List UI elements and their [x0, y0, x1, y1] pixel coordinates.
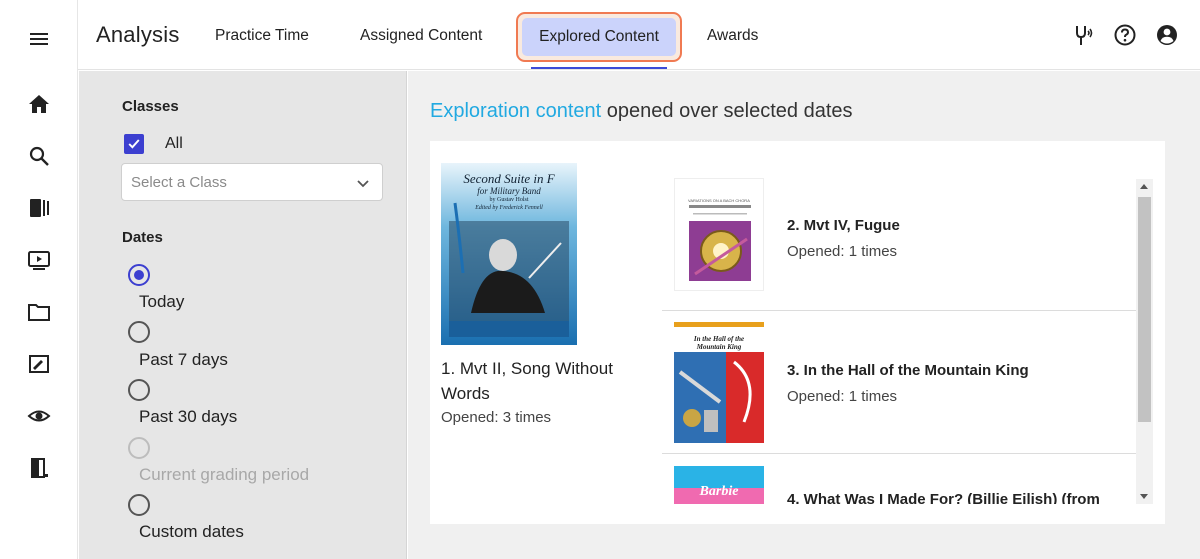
list-item[interactable]: In the Hall of the Mountain King 3. In t… [662, 311, 1136, 454]
tab-assigned-content[interactable]: Assigned Content [360, 27, 482, 45]
heading-accent: Exploration content [430, 100, 602, 122]
class-select-placeholder: Select a Class [131, 174, 227, 191]
tuner-icon[interactable] [1069, 23, 1093, 47]
date-radio-past-30-days[interactable] [128, 379, 150, 401]
featured-cover-composer: by Gustav Holst [489, 197, 529, 203]
search-icon[interactable] [27, 144, 51, 168]
list-item[interactable]: VARIATIONS ON A BACH CHORALE 2. Mvt IV, … [662, 168, 1136, 311]
scroll-down-arrow-icon[interactable] [1140, 494, 1148, 499]
date-label-custom-dates: Custom dates [139, 522, 244, 541]
check-icon [128, 139, 140, 149]
date-radio-today[interactable] [128, 264, 150, 286]
tab-explored-content[interactable]: Explored Content [522, 18, 676, 56]
filters-panel: Classes All Select a Class Dates Today P… [79, 71, 407, 559]
assignments-icon[interactable] [27, 352, 51, 376]
featured-title[interactable]: 1. Mvt II, Song Without Words [441, 356, 621, 406]
classes-label: Classes [122, 98, 179, 115]
eye-icon[interactable] [27, 404, 51, 428]
date-label-past-30-days: Past 30 days [139, 407, 238, 426]
folder-icon[interactable] [27, 300, 51, 324]
library-icon[interactable] [27, 196, 51, 220]
tab-practice-time[interactable]: Practice Time [215, 27, 309, 45]
list-item-cover-text: Barbie [699, 484, 739, 499]
list-scrollbar[interactable] [1136, 179, 1153, 504]
list-item-title[interactable]: 2. Mvt IV, Fugue [787, 217, 900, 234]
featured-cover-title: Second Suite in F [463, 171, 555, 186]
main-content: Exploration content opened over selected… [408, 71, 1200, 559]
heading-rest: opened over selected dates [601, 100, 853, 122]
list-item-cover-text: In the Hall of the Mountain King [693, 335, 745, 351]
tab-awards[interactable]: Awards [707, 27, 758, 45]
menu-icon[interactable] [27, 27, 51, 51]
scroll-up-arrow-icon[interactable] [1140, 184, 1148, 189]
date-label-grading-period: Current grading period [139, 465, 310, 484]
top-bar: Analysis Practice Time Assigned Content … [78, 0, 1200, 70]
list-item-cover-image [674, 178, 764, 291]
list-item-title[interactable]: 3. In the Hall of the Mountain King [787, 362, 1029, 379]
home-icon[interactable] [27, 92, 51, 116]
list-item[interactable]: Barbie 4. What Was I Made For? (Billie E… [662, 454, 1136, 504]
logout-icon[interactable] [27, 456, 51, 480]
featured-cover-editor: Edited by Frederick Fennell [475, 205, 543, 211]
section-heading: Exploration content opened over selected… [430, 100, 853, 123]
explored-content-card: Second Suite in F for Military Band by G… [430, 141, 1165, 524]
list-item-opened-count: Opened: 1 times [787, 243, 898, 260]
date-radio-past-7-days[interactable] [128, 321, 150, 343]
active-tab-indicator [531, 67, 667, 69]
date-radio-custom-dates[interactable] [128, 494, 150, 516]
all-classes-label: All [165, 135, 183, 152]
list-item-cover-text: VARIATIONS ON A BACH CHORALE [688, 198, 750, 203]
featured-opened-count: Opened: 3 times [441, 409, 552, 426]
list-item-title[interactable]: 4. What Was I Made For? (Billie Eilish) … [787, 491, 1100, 504]
video-icon[interactable] [27, 248, 51, 272]
page-title: Analysis [96, 22, 180, 47]
all-classes-checkbox[interactable] [124, 134, 144, 154]
tab-explored-content-highlight[interactable]: Explored Content [516, 12, 682, 62]
date-label-today: Today [139, 292, 185, 311]
account-icon[interactable] [1155, 23, 1179, 47]
scrollbar-thumb[interactable] [1138, 197, 1151, 422]
date-radio-grading-period [128, 437, 150, 459]
help-icon[interactable] [1113, 23, 1137, 47]
dates-label: Dates [122, 229, 163, 246]
nav-rail [0, 0, 78, 559]
class-select[interactable]: Select a Class [121, 163, 383, 201]
chevron-down-icon [357, 180, 369, 188]
featured-cover-subtitle: for Military Band [477, 186, 541, 196]
list-item-opened-count: Opened: 1 times [787, 388, 898, 405]
date-label-past-7-days: Past 7 days [139, 350, 228, 369]
